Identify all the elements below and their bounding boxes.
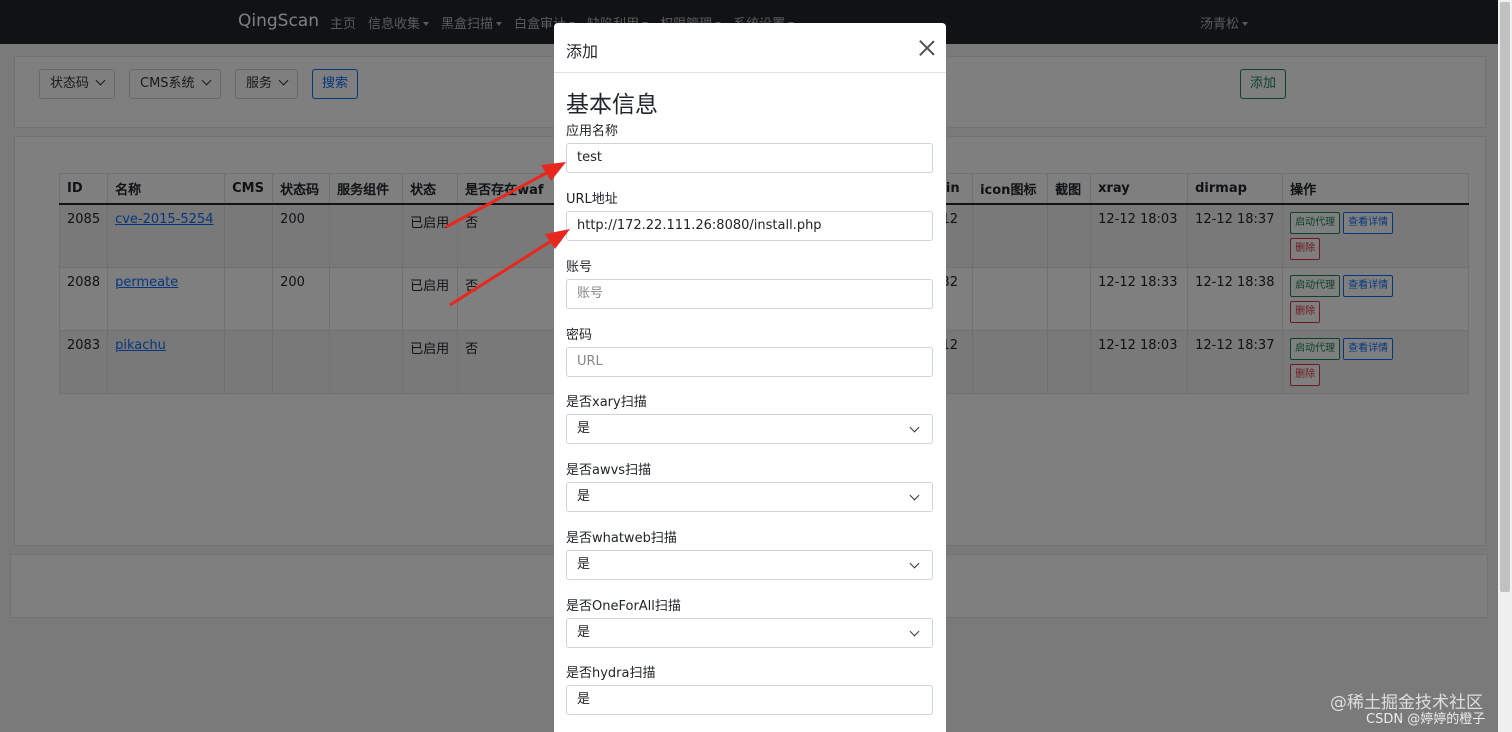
annotation-arrow-to-name [445,162,566,229]
annotation-arrow-to-url [449,229,570,307]
annotation-arrows [445,162,570,307]
watermark-csdn: CSDN @婷婷的橙子 [1366,712,1486,727]
